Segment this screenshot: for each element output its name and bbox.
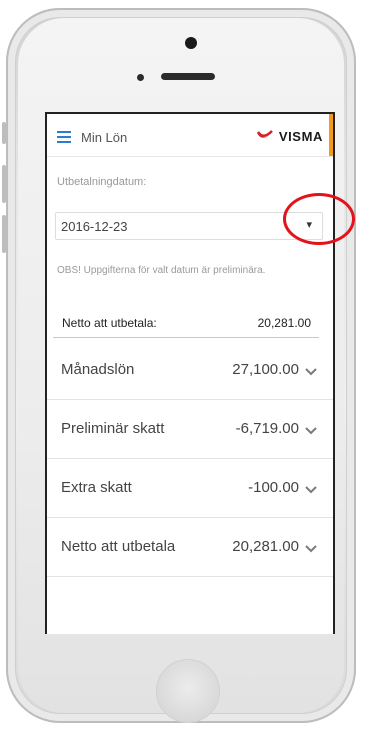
- row-amount: -100.00: [248, 479, 299, 496]
- row-label: Netto att utbetala: [61, 538, 176, 555]
- net-summary-value: 20,281.00: [257, 316, 311, 330]
- row-label: Månadslön: [61, 361, 135, 378]
- brand-name: VISMA: [278, 128, 323, 144]
- payment-date-label: Utbetalningdatum:: [57, 176, 147, 188]
- net-summary-label: Netto att utbetala:: [62, 316, 157, 330]
- phone-volume-down-button: [2, 215, 6, 253]
- dropdown-caret-icon[interactable]: ▾: [306, 218, 312, 231]
- phone-volume-up-button: [2, 165, 6, 203]
- app-header: Min Lön VISMA: [47, 114, 333, 157]
- app-title: Min Lön: [81, 130, 128, 145]
- phone-screen: Min Lön VISMA Utbetalningdatum: 2016-12-…: [45, 112, 335, 634]
- row-amount: 20,281.00: [232, 538, 299, 555]
- payment-date-select[interactable]: 2016-12-23 ▾: [55, 212, 323, 240]
- salary-row-preliminary-tax[interactable]: Preliminär skatt -6,719.00: [47, 400, 333, 459]
- front-camera: [185, 37, 197, 49]
- chevron-down-icon[interactable]: [303, 424, 319, 436]
- preliminary-notice: OBS! Uppgifterna för valt datum är preli…: [57, 265, 266, 276]
- row-amount: 27,100.00: [232, 361, 299, 378]
- salary-row-monthly[interactable]: Månadslön 27,100.00: [47, 341, 333, 400]
- chevron-down-icon[interactable]: [303, 483, 319, 495]
- phone-mute-switch: [2, 122, 6, 144]
- visma-swoosh-icon: [256, 130, 273, 138]
- salary-row-extra-tax[interactable]: Extra skatt -100.00: [47, 459, 333, 518]
- payment-date-value: 2016-12-23: [61, 219, 128, 234]
- visma-logo: VISMA: [255, 128, 323, 144]
- chevron-down-icon[interactable]: [303, 365, 319, 377]
- earpiece-speaker: [161, 73, 215, 80]
- header-accent-bar: [329, 114, 333, 156]
- salary-row-net-pay[interactable]: Netto att utbetala 20,281.00: [47, 518, 333, 577]
- row-amount: -6,719.00: [235, 420, 299, 437]
- row-label: Preliminär skatt: [61, 420, 165, 437]
- row-label: Extra skatt: [61, 479, 132, 496]
- net-summary: Netto att utbetala: 20,281.00: [53, 313, 319, 338]
- home-button[interactable]: [157, 660, 219, 722]
- hamburger-menu-icon[interactable]: [57, 131, 71, 143]
- chevron-down-icon[interactable]: [303, 542, 319, 554]
- proximity-sensor: [137, 74, 144, 81]
